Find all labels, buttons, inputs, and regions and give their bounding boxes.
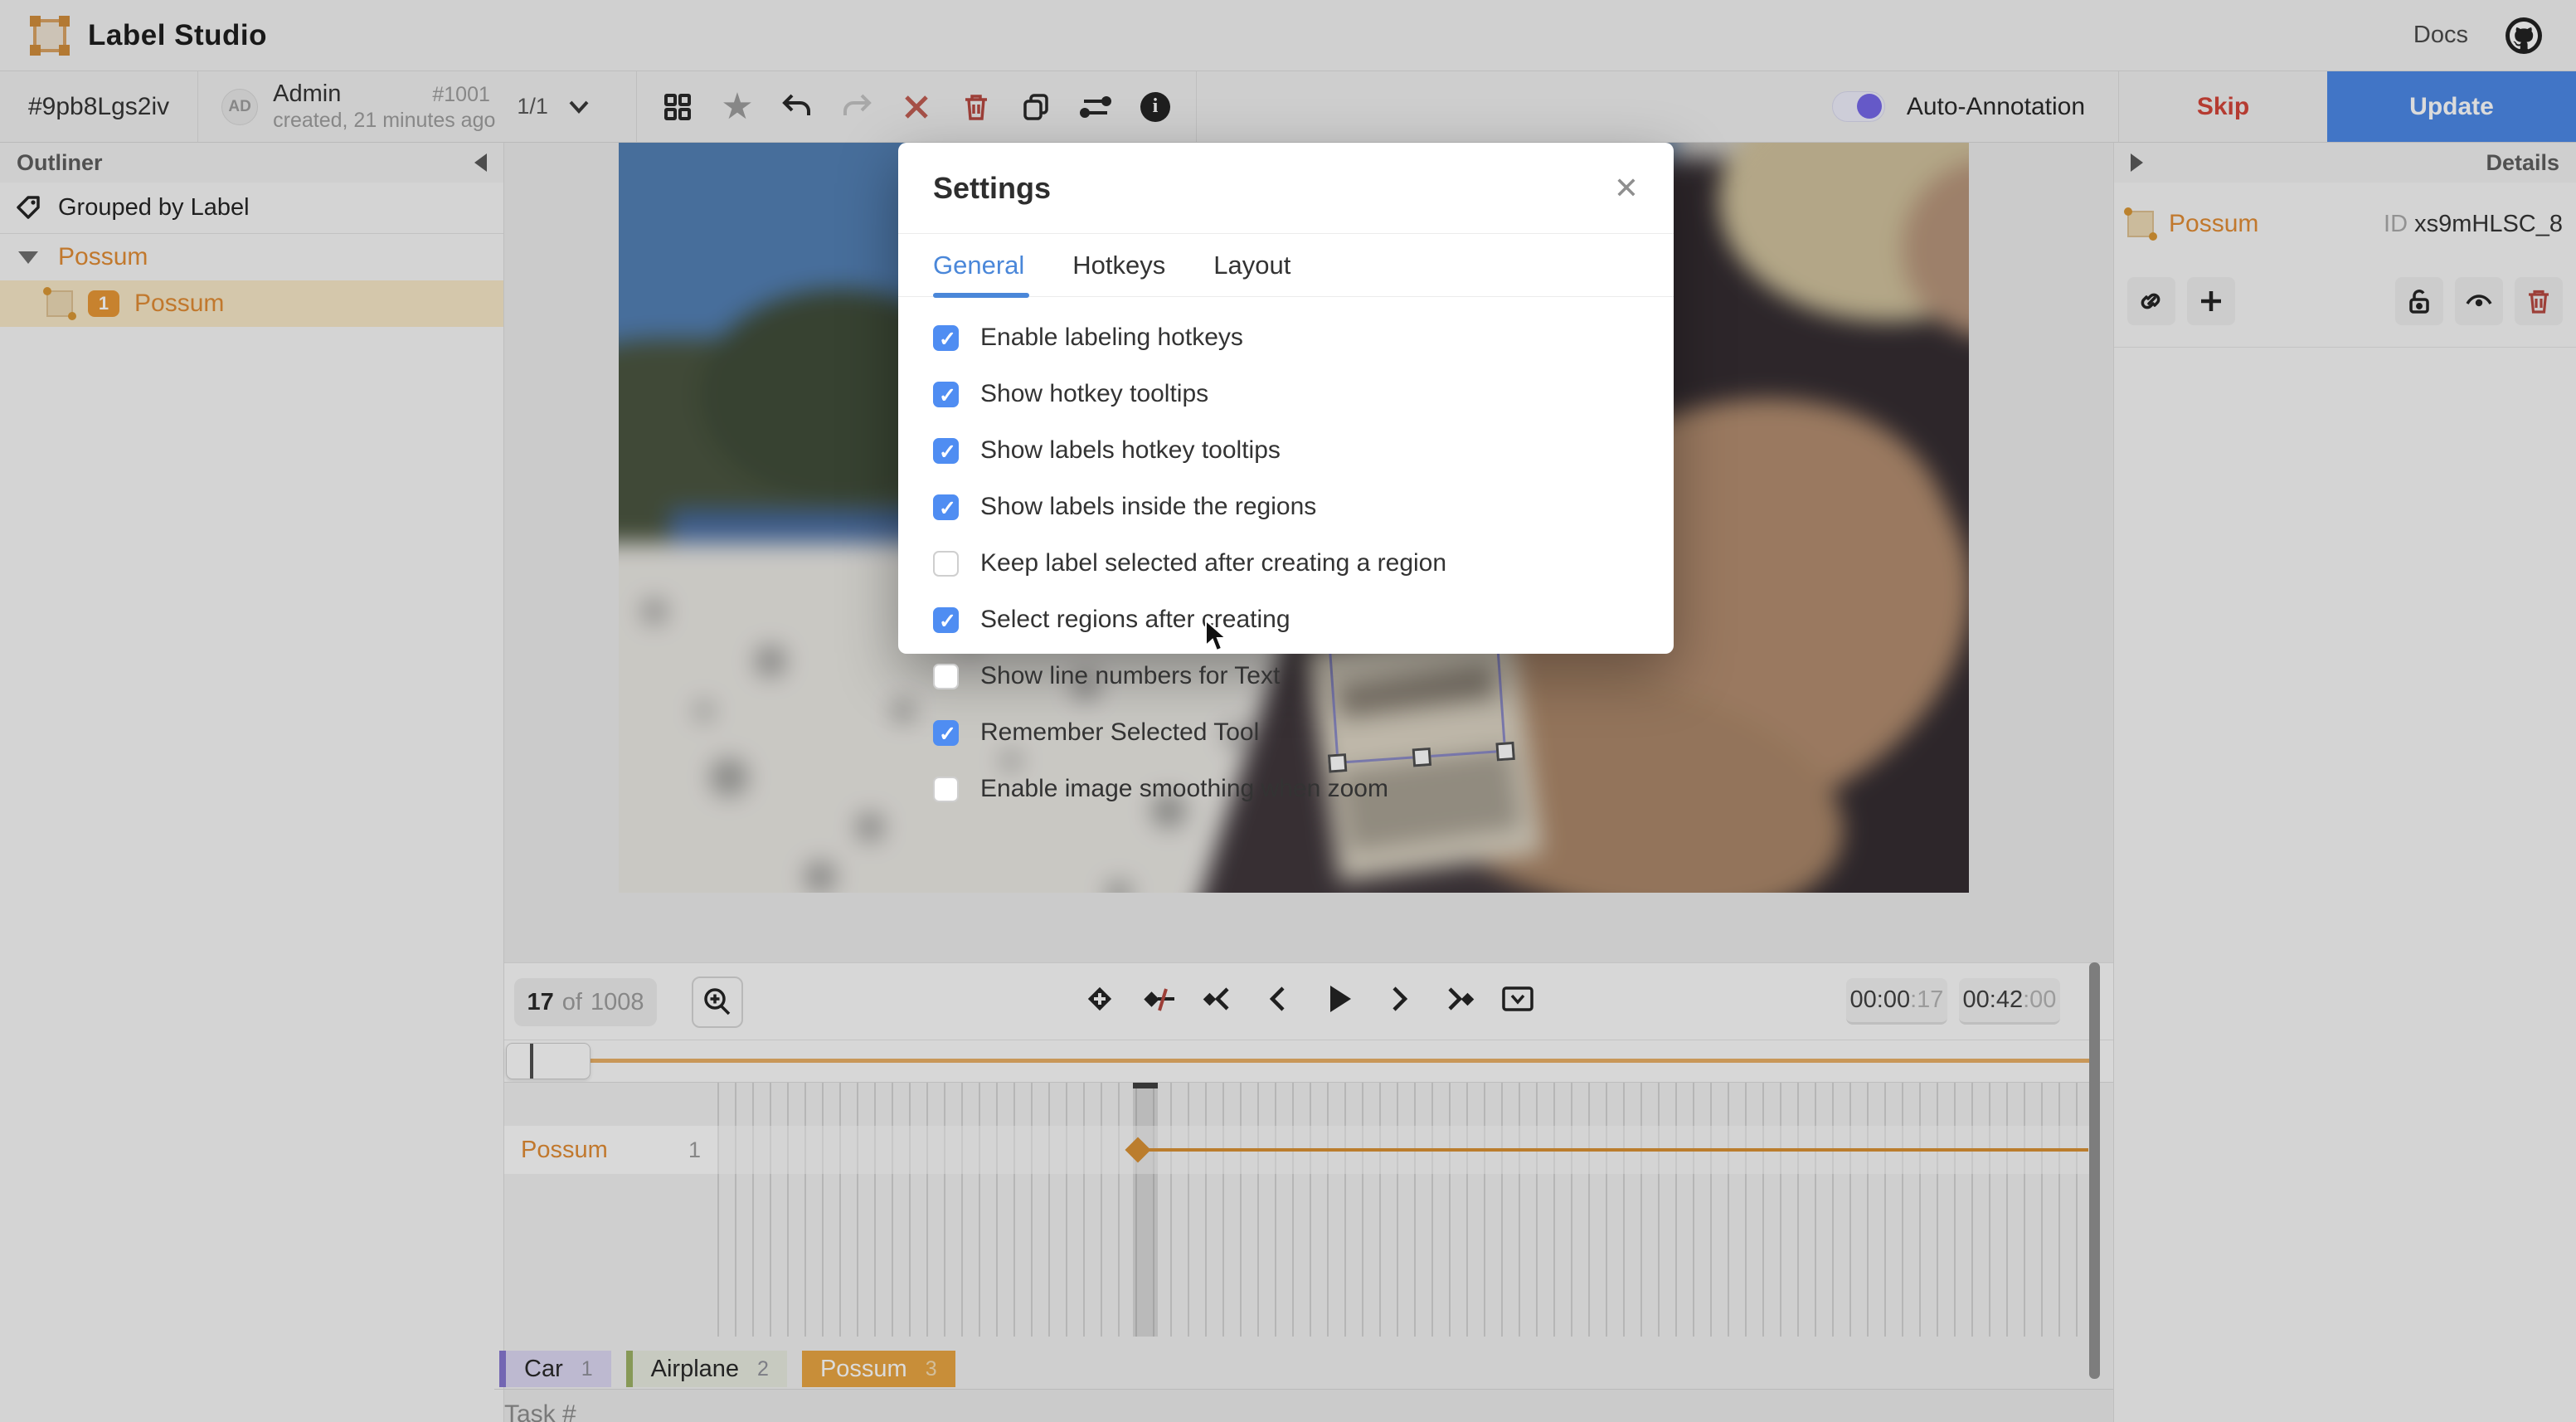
option-remember-selected-tool[interactable]: Remember Selected Tool (933, 720, 1639, 745)
label-studio-app: Label Studio Docs #9pb8Lgs2iv AD Admin #… (0, 0, 2576, 1422)
settings-modal: Settings ✕ General Hotkeys Layout Enable… (898, 143, 1674, 654)
option-show-hotkey-tooltips[interactable]: Show hotkey tooltips (933, 382, 1639, 407)
settings-tabs: General Hotkeys Layout (898, 234, 1674, 297)
checkbox[interactable] (933, 494, 959, 520)
checkbox[interactable] (933, 382, 959, 407)
checkbox[interactable] (933, 607, 959, 633)
tab-layout[interactable]: Layout (1213, 234, 1290, 297)
checkbox[interactable] (933, 720, 959, 746)
option-show-labels-inside-regions[interactable]: Show labels inside the regions (933, 494, 1639, 519)
option-select-regions-after-creating[interactable]: Select regions after creating (933, 607, 1639, 632)
modal-title: Settings (933, 171, 1051, 206)
tab-hotkeys[interactable]: Hotkeys (1072, 234, 1165, 297)
option-keep-label-selected[interactable]: Keep label selected after creating a reg… (933, 551, 1639, 576)
checkbox[interactable] (933, 777, 959, 802)
close-icon[interactable]: ✕ (1614, 173, 1639, 203)
option-enable-image-smoothing[interactable]: Enable image smoothing when zoom (933, 777, 1639, 801)
checkbox[interactable] (933, 664, 959, 689)
checkbox[interactable] (933, 438, 959, 464)
option-show-labels-hotkey-tooltips[interactable]: Show labels hotkey tooltips (933, 438, 1639, 463)
checkbox[interactable] (933, 325, 959, 351)
option-enable-labeling-hotkeys[interactable]: Enable labeling hotkeys (933, 325, 1639, 350)
settings-options: Enable labeling hotkeys Show hotkey tool… (898, 297, 1674, 801)
option-show-line-numbers[interactable]: Show line numbers for Text (933, 664, 1639, 689)
checkbox[interactable] (933, 551, 959, 577)
tab-general[interactable]: General (933, 234, 1024, 297)
